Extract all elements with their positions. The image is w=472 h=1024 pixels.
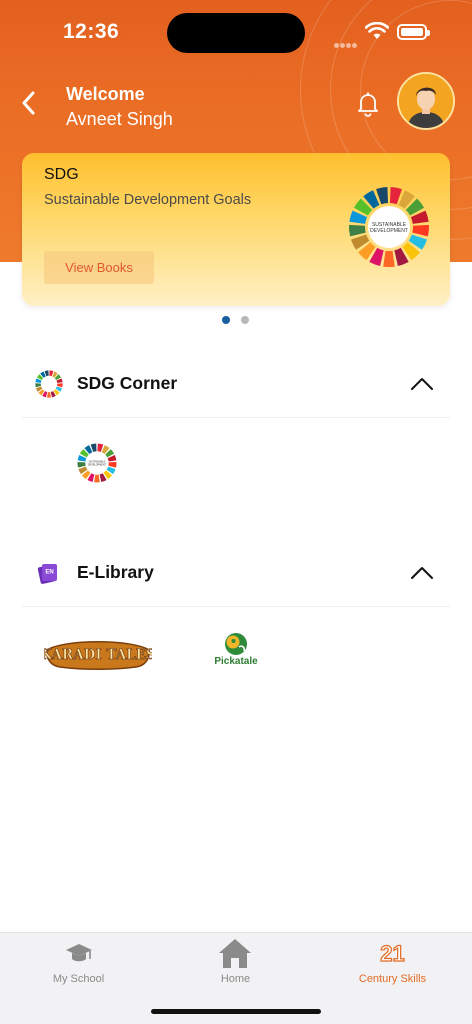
elibrary-badge-text: EN (45, 570, 53, 576)
home-indicator (151, 1009, 321, 1014)
tab-home-label: Home (220, 973, 251, 985)
sdg-wheel-small-icon (35, 370, 63, 398)
elibrary-header[interactable]: EN E-Library (22, 541, 450, 607)
pickatale-tile[interactable]: Pickatale (206, 631, 266, 671)
sdg-wheel-segment (77, 461, 86, 468)
century-skills-21-icon: 21 (380, 940, 406, 966)
chevron-up-icon[interactable] (410, 374, 434, 392)
notification-bell-icon[interactable] (354, 90, 382, 118)
view-books-button[interactable]: View Books (44, 251, 154, 284)
sdg-wheel-segment (108, 461, 117, 468)
wifi-icon (365, 22, 389, 39)
elibrary-book-icon: EN (37, 564, 57, 584)
dynamic-island (167, 13, 305, 53)
sdg-wheel-segment (35, 383, 42, 388)
graduation-cap-icon (66, 944, 92, 962)
sdg-logo-text-2: DEVELOPMENT (370, 228, 408, 234)
sdg-banner-card[interactable]: SDG Sustainable Development Goals View B… (22, 153, 450, 306)
elibrary-title: E-Library (77, 562, 154, 582)
tab-home[interactable]: Home (157, 933, 314, 1003)
battery-icon (397, 24, 430, 40)
back-chevron-icon[interactable] (18, 90, 40, 116)
sdg-corner-header[interactable]: SDG Corner (22, 352, 450, 418)
sdg-wheel-logo: SUSTAINABLE DEVELOPMENT (348, 187, 430, 267)
sdg-wheel-segment (47, 392, 51, 398)
avatar[interactable] (397, 72, 455, 130)
karadi-tales-logo-text: KARADI TALES (44, 647, 152, 663)
tab-century-skills-label: Century Skills (358, 973, 427, 985)
home-icon (219, 939, 251, 968)
user-name: Avneet Singh (66, 109, 173, 129)
sdg-wheel-segment (56, 383, 63, 388)
status-time: 12:36 (63, 20, 120, 43)
chevron-up-icon[interactable] (410, 563, 434, 581)
status-bar: 12:36 (0, 0, 472, 64)
carousel-dot-2[interactable] (241, 316, 249, 324)
user-avatar-icon (399, 74, 453, 128)
sdg-corner-tile[interactable]: SUSTAINABLE DEVELOPMENT (77, 443, 117, 483)
carousel-dot-1[interactable] (222, 316, 230, 324)
pickatale-logo-text: Pickatale (214, 656, 258, 667)
welcome-label: Welcome (66, 84, 145, 104)
tab-my-school-label: My School (52, 973, 105, 985)
sdg-wheel-segment (383, 250, 395, 267)
banner-title: SDG (44, 166, 79, 183)
tab-century-skills[interactable]: 21 Century Skills (314, 933, 471, 1003)
banner-subtitle: Sustainable Development Goals (44, 192, 252, 208)
sdg-wheel-segment (348, 224, 366, 237)
sdg-corner-title: SDG Corner (77, 373, 178, 393)
pickatale-logo-icon (225, 633, 247, 655)
sdg-tile-text-2: DEVELOPMENT (88, 463, 107, 466)
carousel-page-indicator (222, 311, 260, 329)
karadi-tales-tile[interactable]: KARADI TALES (44, 636, 152, 672)
sdg-wheel-segment (412, 224, 430, 237)
tab-my-school[interactable]: My School (0, 933, 157, 1003)
sdg-wheel-segment (94, 474, 100, 483)
cellular-signal-icon (334, 35, 358, 53)
